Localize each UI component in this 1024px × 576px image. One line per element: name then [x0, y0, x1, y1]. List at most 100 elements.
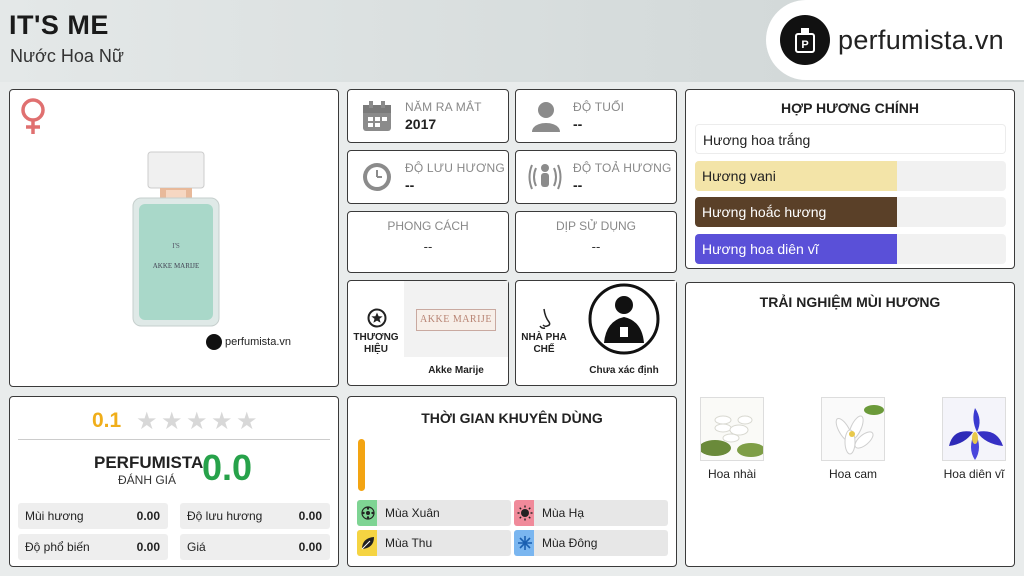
age-value: --: [573, 116, 583, 132]
rating-star-icon[interactable]: ★: [236, 407, 258, 436]
svg-text:AKKE MARIJE: AKKE MARIJE: [153, 262, 199, 270]
accord-label: Hương hoắc hương: [702, 204, 827, 220]
divider: [18, 439, 330, 440]
occasion-label: DỊP SỬ DỤNG: [555, 219, 637, 233]
watermark-logo-icon: [206, 334, 222, 350]
watermark: perfumista.vn: [206, 334, 291, 350]
style-label: PHONG CÁCH: [387, 219, 469, 233]
brand-tile[interactable]: THƯƠNG HIỆU AKKE MARIJE Akke Marije: [347, 280, 509, 386]
perfume-subtitle: Nước Hoa Nữ: [10, 46, 124, 66]
sillage-value: --: [573, 177, 583, 193]
metric-value: 0.00: [298, 509, 322, 523]
metric-label: Độ lưu hương: [187, 509, 263, 523]
rating-star-icon[interactable]: ★: [211, 407, 233, 436]
perfumista-rating-score: 0.0: [202, 447, 253, 488]
rating-star-icon[interactable]: ★: [161, 407, 183, 436]
scent-experience-title: TRẢI NGHIỆM MÙI HƯƠNG: [759, 294, 941, 310]
leaf-icon: [361, 537, 374, 550]
metric-longevity: Độ lưu hương 0.00: [180, 503, 330, 529]
brand-logo-text: AKKE MARIJE: [416, 309, 496, 331]
brand-logo-image: AKKE MARIJE: [404, 281, 508, 357]
product-image-card: I'S AKKE MARIJE perfumista.vn: [9, 89, 339, 387]
accord-bar[interactable]: Hương hoa trắng: [695, 124, 1006, 154]
accord-bar[interactable]: Hương vani: [695, 161, 1006, 191]
perfumer-image: [572, 281, 676, 357]
main-accords-title: HỢP HƯƠNG CHÍNH: [781, 100, 919, 116]
age-tile: ĐỘ TUỔI --: [515, 89, 677, 143]
accord-bar[interactable]: Hương hoắc hương: [695, 197, 1006, 227]
release-year-tile: NĂM RA MẮT 2017: [347, 89, 509, 143]
scent-experience-card: TRẢI NGHIỆM MÙI HƯƠNG Hoa nhài Hoa cam H…: [685, 282, 1015, 567]
metric-value: 0.00: [136, 509, 160, 523]
metric-label: Độ phổ biến: [25, 540, 90, 554]
metric-scent: Mùi hương 0.00: [18, 503, 168, 529]
rating-star-icon[interactable]: ★: [136, 407, 158, 436]
longevity-label: ĐỘ LƯU HƯƠNG: [405, 161, 505, 175]
style-value: --: [423, 239, 433, 254]
metric-label: Mùi hương: [25, 509, 84, 523]
sillage-label: ĐỘ TOẢ HƯƠNG: [573, 161, 672, 175]
snowflake-icon: [518, 536, 532, 550]
perfumer-label: NHÀ PHA CHẾ: [521, 332, 567, 355]
female-symbol-icon: [16, 96, 50, 141]
watermark-text: perfumista.vn: [225, 336, 292, 348]
main-accords-card: HỢP HƯƠNG CHÍNH Hương hoa trắng Hương van…: [685, 89, 1015, 269]
perfumer-name[interactable]: Chưa xác định: [572, 365, 676, 376]
radiating-person-icon: [528, 160, 562, 199]
season-label: Mùa Hạ: [542, 506, 585, 520]
season-summer[interactable]: Mùa Hạ: [514, 500, 668, 526]
site-brand[interactable]: P perfumista.vn: [766, 0, 1024, 80]
site-brand-name: perfumista.vn: [838, 24, 1004, 55]
perfumer-tile[interactable]: NHÀ PHA CHẾ Chưa xác định: [515, 280, 677, 386]
spring-flower-icon: [361, 506, 375, 520]
perfumista-rating-sublabel: ĐÁNH GIÁ: [118, 473, 177, 487]
accord-label: Hương hoa diên vĩ: [702, 241, 819, 257]
orange-blossom-icon: [821, 397, 885, 461]
metric-label: Giá: [187, 540, 206, 554]
accord-label: Hương vani: [702, 168, 776, 184]
longevity-value: --: [405, 177, 415, 193]
brand-name[interactable]: Akke Marije: [404, 365, 508, 376]
metric-value: 0.00: [298, 540, 322, 554]
style-tile: PHONG CÁCH --: [347, 211, 509, 273]
iris-flower-icon: [942, 397, 1006, 461]
note-label: Hoa nhài: [707, 467, 757, 481]
rating-card: 0.1 ★ ★ ★ ★ ★ PERFUMISTA ĐÁNH GIÁ 0.0 Mù…: [9, 396, 339, 567]
recommended-time-title: THỜI GIAN KHUYÊN DÙNG: [421, 410, 603, 426]
perfume-title: IT'S ME: [9, 10, 109, 40]
metric-value: 0.00: [136, 540, 160, 554]
note-item[interactable]: Hoa nhài: [692, 397, 772, 481]
season-autumn[interactable]: Mùa Thu: [357, 530, 511, 556]
perfume-bottle-logo-icon: P: [780, 15, 830, 65]
clock-icon: [362, 162, 392, 197]
rating-star-icon[interactable]: ★: [186, 407, 208, 436]
season-label: Mùa Xuân: [385, 506, 440, 520]
season-label: Mùa Thu: [385, 536, 433, 550]
note-label: Hoa cam: [828, 467, 878, 481]
release-year-label: NĂM RA MẮT: [405, 100, 482, 114]
occasion-value: --: [591, 239, 601, 254]
season-winter[interactable]: Mùa Đông: [514, 530, 668, 556]
accord-bar[interactable]: Hương hoa diên vĩ: [695, 234, 1006, 264]
jasmine-flower-icon: [700, 397, 764, 461]
metric-popularity: Độ phổ biến 0.00: [18, 534, 168, 560]
longevity-tile: ĐỘ LƯU HƯƠNG --: [347, 150, 509, 204]
star-badge-icon: [367, 308, 387, 333]
svg-text:I'S: I'S: [172, 242, 180, 250]
brand-label: THƯƠNG HIỆU: [353, 332, 399, 355]
metric-price: Giá 0.00: [180, 534, 330, 560]
note-item[interactable]: Hoa diên vĩ: [934, 397, 1014, 481]
perfumista-rating-label: PERFUMISTA: [94, 453, 204, 472]
sun-icon: [517, 505, 533, 521]
perfume-bottle-image: I'S AKKE MARIJE: [130, 150, 222, 335]
note-label: Hoa diên vĩ: [943, 467, 1005, 481]
release-year-value: 2017: [405, 116, 437, 132]
time-indicator-bar: [358, 439, 365, 491]
accord-label: Hương hoa trắng: [703, 132, 811, 148]
person-icon: [530, 100, 562, 137]
season-label: Mùa Đông: [542, 536, 598, 550]
calendar-icon: [362, 100, 392, 137]
note-item[interactable]: Hoa cam: [813, 397, 893, 481]
season-spring[interactable]: Mùa Xuân: [357, 500, 511, 526]
occasion-tile: DỊP SỬ DỤNG --: [515, 211, 677, 273]
